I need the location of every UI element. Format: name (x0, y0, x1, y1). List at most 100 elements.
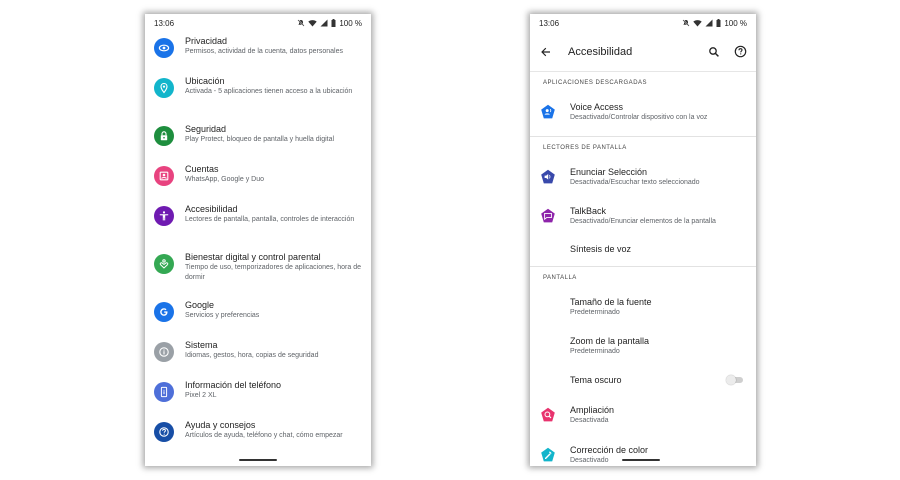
settings-item-location[interactable]: Ubicación Activada - 5 aplicaciones tien… (145, 75, 371, 123)
settings-item-google[interactable]: Google Servicios y preferencias (145, 299, 371, 339)
a11y-item-text: Ampliación Desactivada (570, 404, 744, 426)
a11y-item-title: Tamaño de la fuente (570, 296, 652, 307)
settings-item-text: Bienestar digital y control parental Tie… (185, 251, 363, 283)
a11y-item-summary: Desactivado/Controlar dispositivo con la… (570, 114, 708, 121)
wifi-icon (308, 20, 318, 27)
settings-item-digital-wellbeing[interactable]: Bienestar digital y control parental Tie… (145, 251, 371, 299)
toggle-thumb (726, 375, 736, 385)
a11y-item-select-to-speak[interactable]: Enunciar Selección Desactivada/Escuchar … (530, 157, 756, 197)
signal-icon (705, 19, 713, 27)
accessibility-person-icon (154, 206, 174, 226)
settings-screen: 13:06 100 % Privacidad Permisos, activid… (145, 14, 371, 466)
a11y-item-font-size[interactable]: Tamaño de la fuente Predeterminado (530, 287, 756, 326)
a11y-item-title: Zoom de la pantalla (570, 335, 650, 346)
a11y-item-summary: Desactivada (570, 417, 609, 424)
section-header-display: PANTALLA (543, 275, 577, 281)
arrow-back-icon[interactable] (538, 44, 554, 60)
a11y-item-summary: Predeterminado (570, 347, 620, 355)
dark-theme-toggle[interactable] (726, 375, 744, 385)
status-bar: 13:06 100 % (145, 14, 371, 32)
a11y-item-display-size[interactable]: Zoom de la pantalla Predeterminado (530, 326, 756, 365)
settings-item-summary: Lectores de pantalla, pantalla, controle… (185, 216, 355, 223)
lock-icon (154, 126, 174, 146)
speaker-icon (539, 168, 557, 186)
settings-item-summary: Servicios y preferencias (185, 312, 260, 319)
a11y-item-title: Corrección de color (570, 445, 649, 455)
settings-item-accessibility[interactable]: Accesibilidad Lectores de pantalla, pant… (145, 203, 371, 251)
settings-item-summary: Idiomas, gestos, hora, copias de segurid… (185, 352, 319, 359)
a11y-item-title: Voice Access (570, 102, 624, 112)
settings-item-summary: WhatsApp, Google y Duo (185, 176, 264, 183)
a11y-item-text: Enunciar Selección Desactivada/Escuchar … (570, 166, 744, 188)
settings-item-title: Sistema (185, 340, 218, 350)
page-title: Accesibilidad (568, 45, 633, 58)
app-bar: Accesibilidad (530, 32, 756, 72)
settings-item-title: Bienestar digital y control parental (185, 252, 321, 262)
a11y-item-summary: Predeterminado (570, 308, 620, 316)
a11y-item-summary: Desactivado (570, 457, 609, 464)
account-card-icon (154, 166, 174, 186)
settings-item-text: Privacidad Permisos, actividad de la cue… (185, 35, 363, 57)
settings-item-system[interactable]: Sistema Idiomas, gestos, hora, copias de… (145, 339, 371, 379)
signal-icon (320, 19, 328, 27)
settings-item-title: Seguridad (185, 124, 227, 134)
a11y-item-talkback[interactable]: TalkBack Desactivado/Enunciar elementos … (530, 197, 756, 235)
accessibility-screen: 13:06 100 % Accesibilidad APLICACIONES D… (530, 14, 756, 466)
settings-item-privacy[interactable]: Privacidad Permisos, actividad de la cue… (145, 35, 371, 75)
wifi-icon (693, 20, 703, 27)
status-bar: 13:06 100 % (530, 14, 756, 32)
a11y-item-tts[interactable]: Síntesis de voz (530, 235, 756, 262)
settings-item-title: Privacidad (185, 36, 228, 46)
a11y-item-icon-placeholder (539, 240, 557, 258)
a11y-item-dark-theme[interactable]: Tema oscuro (530, 365, 756, 395)
home-indicator[interactable] (239, 459, 277, 461)
settings-item-text: Google Servicios y preferencias (185, 299, 363, 321)
a11y-item-title: Síntesis de voz (570, 243, 632, 254)
settings-item-title: Accesibilidad (185, 204, 238, 214)
settings-item-security[interactable]: Seguridad Play Protect, bloqueo de panta… (145, 123, 371, 163)
talkback-icon (539, 207, 557, 225)
settings-item-text: Sistema Idiomas, gestos, hora, copias de… (185, 339, 363, 361)
settings-item-text: Accesibilidad Lectores de pantalla, pant… (185, 203, 363, 225)
a11y-item-text: Síntesis de voz (570, 243, 744, 255)
help-icon[interactable] (732, 44, 748, 60)
a11y-item-summary: Desactivada/Escuchar texto seleccionado (570, 179, 700, 186)
status-time: 13:06 (539, 18, 560, 28)
settings-item-title: Google (185, 300, 215, 310)
settings-item-summary: Activada - 5 aplicaciones tienen acceso … (185, 88, 353, 95)
color-correction-icon (539, 446, 557, 464)
settings-item-title: Cuentas (185, 164, 219, 174)
a11y-item-text: TalkBack Desactivado/Enunciar elementos … (570, 205, 744, 227)
a11y-item-magnification[interactable]: Ampliación Desactivada (530, 395, 756, 435)
google-g-icon (154, 302, 174, 322)
search-icon[interactable] (706, 44, 722, 60)
a11y-item-icon-placeholder (539, 371, 557, 389)
settings-item-title: Información del teléfono (185, 380, 282, 390)
a11y-item-icon-placeholder (539, 298, 557, 316)
status-icons: 100 % (297, 19, 362, 28)
home-indicator[interactable] (622, 459, 660, 461)
a11y-item-text: Zoom de la pantalla Predeterminado (570, 335, 744, 357)
settings-item-text: Información del teléfono Pixel 2 XL (185, 379, 363, 401)
settings-item-summary: Tiempo de uso, temporizadores de aplicac… (185, 264, 362, 281)
battery-icon (716, 19, 721, 27)
a11y-item-text: Voice Access Desactivado/Controlar dispo… (570, 101, 744, 123)
a11y-item-summary: Desactivado/Enunciar elementos de la pan… (570, 218, 716, 225)
notifications-off-icon (682, 19, 690, 27)
settings-item-text: Ubicación Activada - 5 aplicaciones tien… (185, 75, 363, 97)
notifications-off-icon (297, 19, 305, 27)
a11y-item-title: Enunciar Selección (570, 167, 648, 177)
settings-item-help[interactable]: Ayuda y consejos Artículos de ayuda, tel… (145, 419, 371, 459)
status-time: 13:06 (154, 18, 175, 28)
a11y-item-title: Tema oscuro (570, 375, 622, 385)
a11y-item-color-correction[interactable]: Corrección de color Desactivado (530, 435, 756, 466)
settings-item-accounts[interactable]: Cuentas WhatsApp, Google y Duo (145, 163, 371, 203)
section-header-screen-readers: LECTORES DE PANTALLA (543, 145, 627, 151)
settings-item-text: Seguridad Play Protect, bloqueo de panta… (185, 123, 363, 145)
settings-item-about-phone[interactable]: Información del teléfono Pixel 2 XL (145, 379, 371, 419)
phone-info-icon (154, 382, 174, 402)
battery-percent: 100 % (724, 18, 747, 28)
a11y-item-voice-access[interactable]: Voice Access Desactivado/Controlar dispo… (530, 92, 756, 132)
voice-access-icon (539, 103, 557, 121)
settings-item-title: Ubicación (185, 76, 225, 86)
